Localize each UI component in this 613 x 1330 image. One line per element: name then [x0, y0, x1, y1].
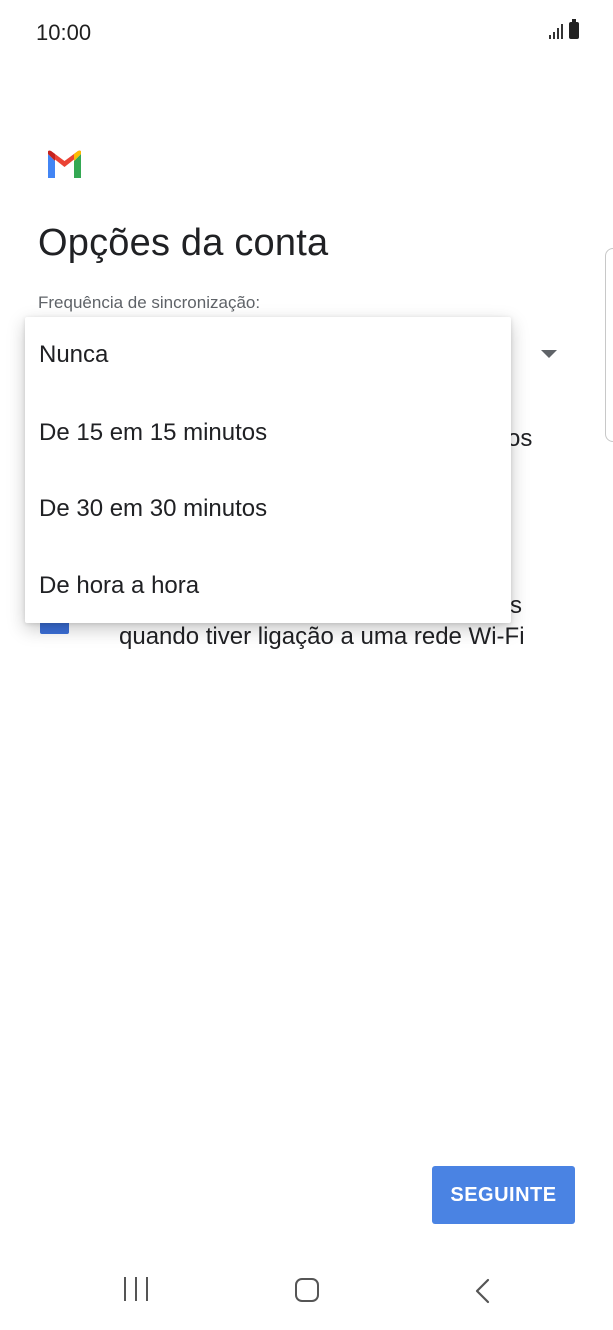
home-icon[interactable]: [295, 1278, 319, 1302]
recents-icon[interactable]: [124, 1277, 148, 1301]
option-text-fragment: s: [510, 592, 522, 619]
edge-panel-handle[interactable]: [605, 248, 613, 442]
battery-icon: [569, 19, 579, 39]
status-icons: [549, 19, 579, 39]
dropdown-arrow-icon[interactable]: [541, 350, 557, 358]
gmail-logo: [48, 150, 81, 178]
signal-icon: [549, 23, 563, 39]
wifi-download-label: quando tiver ligação a uma rede Wi-Fi: [119, 623, 525, 650]
menu-option-15-minutes[interactable]: De 15 em 15 minutos: [39, 419, 267, 447]
menu-option-30-minutes[interactable]: De 30 em 30 minutos: [39, 495, 267, 523]
sync-frequency-label: Frequência de sincronização:: [38, 293, 261, 312]
status-bar: 10:00: [0, 0, 613, 64]
menu-option-hourly[interactable]: De hora a hora: [39, 572, 199, 600]
next-button[interactable]: SEGUINTE: [432, 1166, 575, 1224]
page-title: Opções da conta: [38, 222, 329, 264]
navigation-bar: [0, 1250, 613, 1330]
sync-frequency-menu: Nunca De 15 em 15 minutos De 30 em 30 mi…: [25, 317, 511, 623]
status-time: 10:00: [36, 20, 92, 45]
menu-option-never[interactable]: Nunca: [39, 341, 108, 369]
back-icon[interactable]: [472, 1278, 496, 1304]
